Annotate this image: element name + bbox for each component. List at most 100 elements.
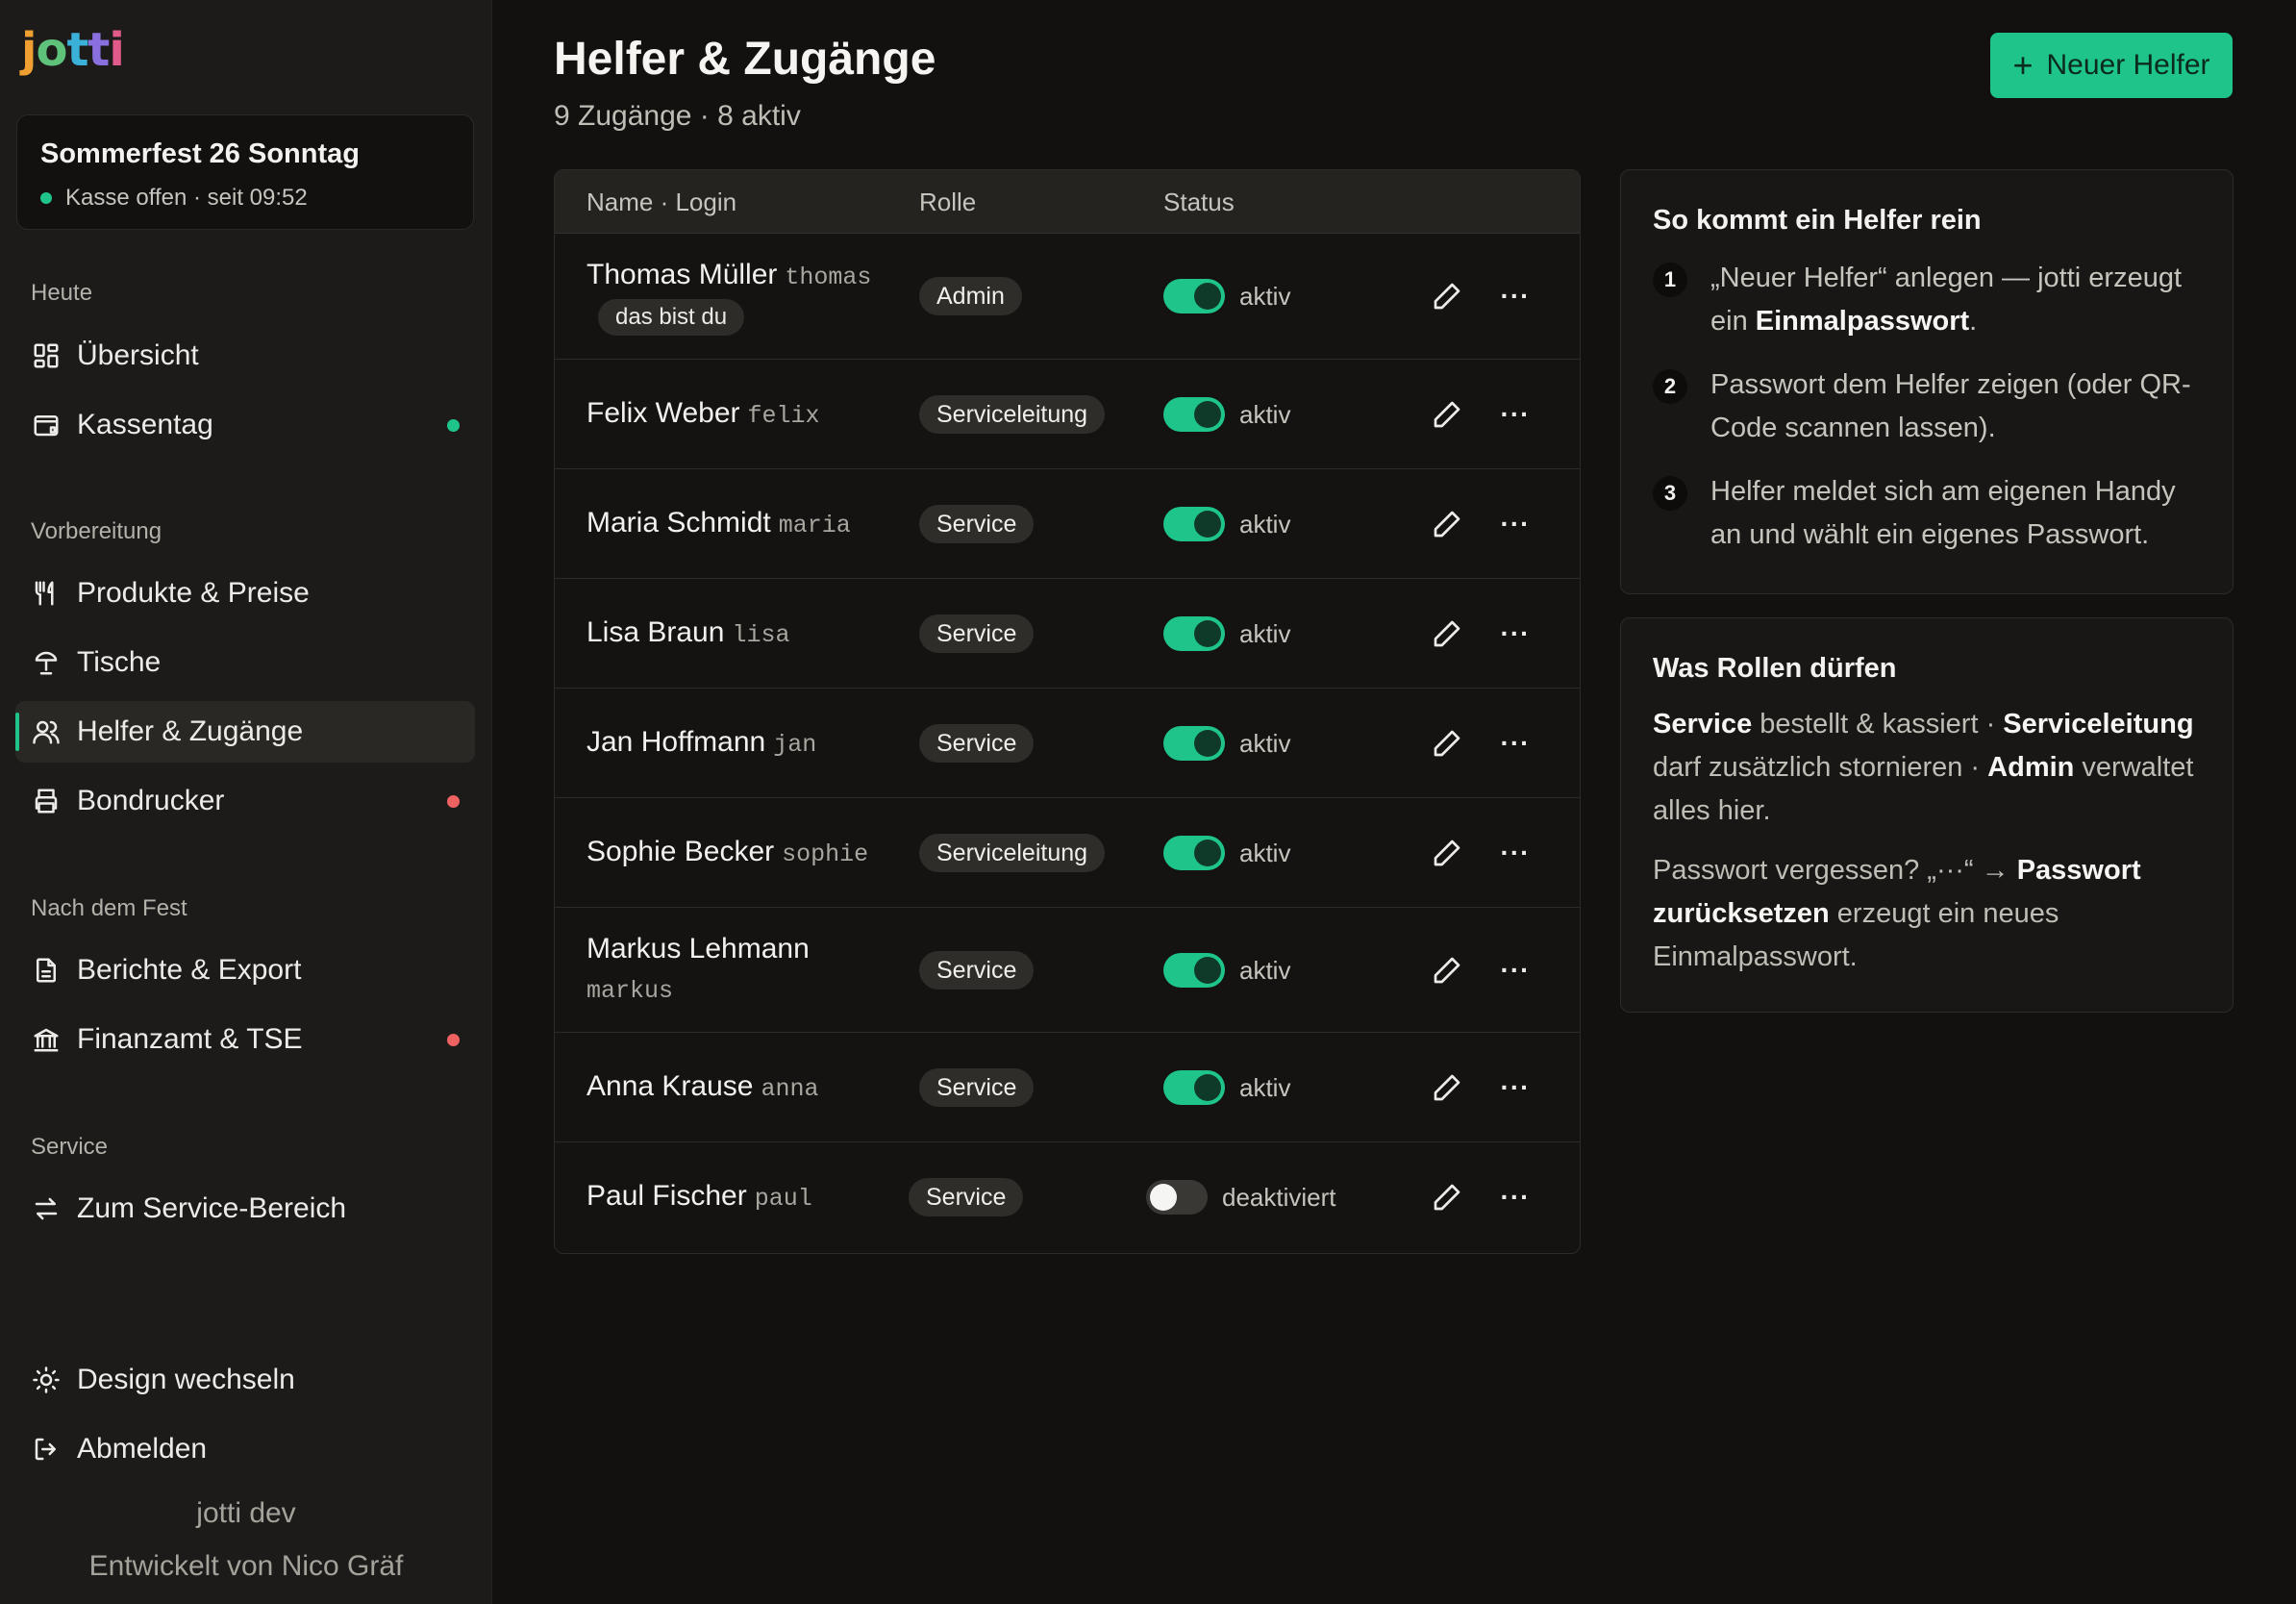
status-toggle[interactable]: [1163, 953, 1225, 988]
pencil-icon: [1434, 511, 1460, 538]
edit-button[interactable]: [1426, 393, 1468, 436]
ellipsis-icon: ···: [1500, 1072, 1531, 1102]
sidebar-item-label: Berichte & Export: [77, 954, 302, 986]
sidebar-item-label: Design wechseln: [77, 1364, 295, 1395]
sidebar: jotti Sommerfest 26 Sonntag Kasse offen …: [0, 0, 492, 1604]
toggle-knob: [1194, 957, 1221, 984]
edit-button[interactable]: [1426, 722, 1468, 764]
logo-letter: t: [87, 23, 110, 77]
helper-name: Felix Weber: [586, 397, 740, 429]
column-header-name: Name · Login: [586, 188, 737, 216]
status-toggle[interactable]: [1163, 726, 1225, 761]
ellipsis-icon: ···: [1500, 955, 1531, 985]
ellipsis-icon: ···: [1500, 509, 1531, 539]
new-helper-button[interactable]: + Neuer Helfer: [1990, 33, 2233, 98]
toggle-knob: [1194, 401, 1221, 428]
status-toggle[interactable]: [1163, 397, 1225, 432]
step-text: „Neuer Helfer“ anlegen — jotti erzeugt e…: [1710, 257, 2210, 343]
status-toggle[interactable]: [1146, 1180, 1208, 1215]
role-badge: Serviceleitung: [919, 834, 1106, 872]
ellipsis-icon: ···: [1500, 399, 1531, 429]
status-toggle[interactable]: [1163, 836, 1225, 870]
sidebar-item-finanzamt[interactable]: Finanzamt & TSE: [15, 1009, 475, 1070]
status-toggle[interactable]: [1163, 616, 1225, 651]
toggle-knob: [1150, 1184, 1177, 1211]
more-options-button[interactable]: ···: [1494, 393, 1536, 436]
more-options-button[interactable]: ···: [1494, 503, 1536, 545]
edit-button[interactable]: [1426, 949, 1468, 991]
status-toggle[interactable]: [1163, 279, 1225, 313]
more-options-button[interactable]: ···: [1494, 275, 1536, 317]
table-row: Thomas Müller thomas das bist du Admin ak…: [555, 234, 1580, 360]
edit-button[interactable]: [1426, 1066, 1468, 1109]
helper-login: sophie: [782, 840, 869, 868]
sidebar-item-kassentag[interactable]: Kassentag: [15, 394, 475, 456]
edit-button[interactable]: [1426, 503, 1468, 545]
helper-name-cell: Anna Krause anna: [586, 1070, 818, 1103]
more-options-button[interactable]: ···: [1494, 1066, 1536, 1109]
ellipsis-icon: ···: [1500, 1182, 1531, 1212]
toggle-knob: [1194, 283, 1221, 310]
section-label-heute: Heute: [31, 280, 93, 306]
edit-button[interactable]: [1426, 832, 1468, 874]
status-text: aktiv: [1239, 619, 1291, 648]
more-options-button[interactable]: ···: [1494, 1176, 1536, 1218]
roles-info-card: Was Rollen dürfen Service bestellt & kas…: [1620, 617, 2234, 1013]
grid-icon: [31, 340, 62, 371]
step-number: 1: [1653, 263, 1687, 297]
status-text: aktiv: [1239, 282, 1291, 311]
password-reset-hint: Passwort vergessen? „···“ → Passwort zur…: [1653, 849, 2215, 979]
helper-name-cell: Thomas Müller thomas: [586, 259, 871, 291]
logout-button[interactable]: Abmelden: [15, 1418, 475, 1480]
table-row: Lisa Braun lisa Service aktiv ···: [555, 579, 1580, 689]
role-name: Admin: [1987, 752, 2075, 783]
event-card[interactable]: Sommerfest 26 Sonntag Kasse offen · seit…: [16, 114, 474, 230]
event-status: Kasse offen · seit 09:52: [40, 185, 308, 212]
role-badge: Service: [919, 505, 1035, 543]
edit-button[interactable]: [1426, 275, 1468, 317]
role-text: darf zusätzlich stornieren ·: [1653, 752, 1988, 783]
helper-login: maria: [778, 512, 851, 539]
status-toggle[interactable]: [1163, 1070, 1225, 1105]
sidebar-item-bondrucker[interactable]: Bondrucker: [15, 770, 475, 832]
new-helper-label: Neuer Helfer: [2046, 49, 2210, 81]
edit-button[interactable]: [1426, 1176, 1468, 1218]
helper-name: Markus Lehmann: [586, 933, 810, 965]
table-row: Felix Weber felix Serviceleitung aktiv ··…: [555, 360, 1580, 469]
more-options-button[interactable]: ···: [1494, 722, 1536, 764]
sidebar-item-service-bereich[interactable]: Zum Service-Bereich: [15, 1178, 475, 1240]
more-options-button[interactable]: ···: [1494, 832, 1536, 874]
sidebar-item-produkte[interactable]: Produkte & Preise: [15, 563, 475, 624]
fork-knife-icon: [31, 578, 62, 609]
sidebar-item-uebersicht[interactable]: Übersicht: [15, 325, 475, 387]
helper-name-cell: Lisa Braun lisa: [586, 616, 789, 649]
edit-button[interactable]: [1426, 613, 1468, 655]
register-icon: [31, 410, 62, 440]
section-label-service: Service: [31, 1134, 109, 1160]
helper-name-cell: Jan Hoffmann jan: [586, 726, 816, 759]
sidebar-item-berichte[interactable]: Berichte & Export: [15, 940, 475, 1001]
role-text: bestellt & kassiert ·: [1752, 709, 2004, 739]
step-text-bold: Einmalpasswort: [1755, 306, 1970, 337]
more-options-button[interactable]: ···: [1494, 613, 1536, 655]
developer-credit: Entwickelt von Nico Gräf: [88, 1550, 404, 1582]
sidebar-item-tische[interactable]: Tische: [15, 632, 475, 693]
sun-icon: [31, 1365, 62, 1395]
design-toggle-button[interactable]: Design wechseln: [15, 1349, 475, 1411]
logout-icon: [31, 1434, 62, 1465]
pencil-icon: [1434, 1074, 1460, 1101]
status-toggle[interactable]: [1163, 507, 1225, 541]
sidebar-item-helfer[interactable]: Helfer & Zugänge: [15, 701, 475, 763]
document-icon: [31, 955, 62, 986]
section-label-vorbereitung: Vorbereitung: [31, 518, 162, 544]
jotti-logo[interactable]: jotti: [21, 23, 125, 77]
more-options-button[interactable]: ···: [1494, 949, 1536, 991]
role-badge: Admin: [919, 277, 1022, 315]
pencil-icon: [1434, 1184, 1460, 1211]
status-text: aktiv: [1239, 1073, 1291, 1102]
onboarding-help-card: So kommt ein Helfer rein 1 „Neuer Helfer…: [1620, 169, 2234, 594]
status-text: aktiv: [1239, 729, 1291, 758]
role-badge: Service: [919, 724, 1035, 763]
helper-name: Jan Hoffmann: [586, 726, 766, 758]
roles-card-title: Was Rollen dürfen: [1653, 653, 1897, 684]
